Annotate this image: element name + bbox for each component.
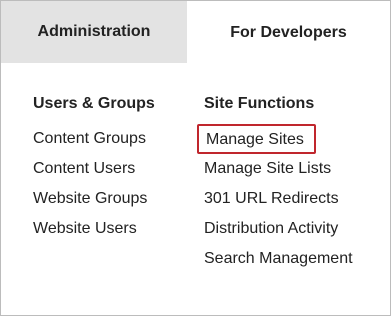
menu-item-content-users[interactable]: Content Users xyxy=(33,154,155,184)
users-groups-column: Users & Groups Content Groups Content Us… xyxy=(33,93,155,244)
menu-item-manage-sites[interactable]: Manage Sites xyxy=(197,124,316,154)
tab-for-developers[interactable]: For Developers xyxy=(187,1,390,64)
menu-item-301-url-redirects[interactable]: 301 URL Redirects xyxy=(204,184,353,214)
users-groups-header: Users & Groups xyxy=(33,95,155,112)
site-functions-menu: Manage Sites Manage Site Lists 301 URL R… xyxy=(197,124,353,274)
users-groups-menu: Content Groups Content Users Website Gro… xyxy=(33,124,155,244)
tab-administration[interactable]: Administration xyxy=(1,1,187,63)
tab-bar: Administration For Developers xyxy=(1,1,390,64)
site-functions-column: Site Functions Manage Sites Manage Site … xyxy=(197,93,353,274)
menu-item-content-groups[interactable]: Content Groups xyxy=(33,124,155,154)
menu-item-manage-sites-row: Manage Sites xyxy=(197,124,353,154)
menu-item-manage-site-lists[interactable]: Manage Site Lists xyxy=(204,154,353,184)
site-functions-header: Site Functions xyxy=(204,95,315,112)
menu-item-website-users[interactable]: Website Users xyxy=(33,214,155,244)
menu-item-website-groups[interactable]: Website Groups xyxy=(33,184,155,214)
menu-item-distribution-activity[interactable]: Distribution Activity xyxy=(204,214,353,244)
menu-item-search-management[interactable]: Search Management xyxy=(204,244,353,274)
admin-panel: Administration For Developers Users & Gr… xyxy=(0,0,391,316)
